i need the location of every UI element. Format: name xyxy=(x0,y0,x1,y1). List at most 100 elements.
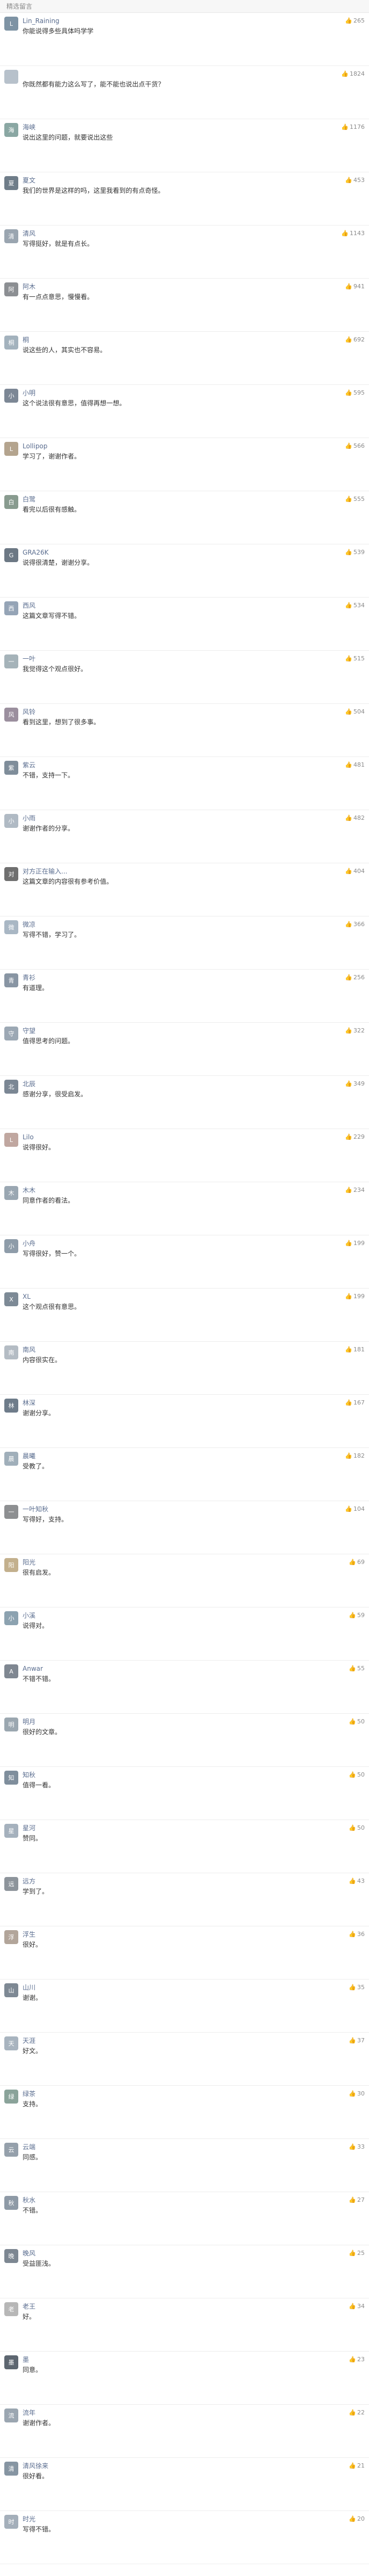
like-button[interactable]: 👍 33 xyxy=(349,2143,365,2150)
like-button[interactable]: 👍 20 xyxy=(349,2515,365,2522)
like-button[interactable]: 👍 199 xyxy=(345,1293,365,1300)
like-button[interactable]: 👍 539 xyxy=(345,549,365,556)
avatar[interactable]: 晨 xyxy=(4,1452,18,1466)
like-button[interactable]: 👍 182 xyxy=(345,1452,365,1459)
like-button[interactable]: 👍 199 xyxy=(345,1240,365,1247)
commenter-name[interactable]: 流年 xyxy=(23,2408,35,2417)
commenter-name[interactable]: 海峡 xyxy=(23,123,35,132)
like-button[interactable]: 👍 55 xyxy=(349,1665,365,1672)
avatar[interactable]: L xyxy=(4,442,18,456)
like-button[interactable]: 👍 1143 xyxy=(341,230,365,237)
avatar[interactable]: 流 xyxy=(4,2408,18,2422)
avatar[interactable]: 时 xyxy=(4,2515,18,2529)
avatar[interactable]: 知 xyxy=(4,1771,18,1785)
like-button[interactable]: 👍 43 xyxy=(349,1878,365,1884)
like-button[interactable]: 👍 555 xyxy=(345,496,365,503)
commenter-name[interactable]: 木木 xyxy=(23,1186,35,1195)
commenter-name[interactable]: 天涯 xyxy=(23,2036,35,2045)
like-button[interactable]: 👍 229 xyxy=(345,1133,365,1140)
commenter-name[interactable]: 远方 xyxy=(23,1877,35,1886)
commenter-name[interactable]: 阿木 xyxy=(23,282,35,291)
avatar[interactable]: 浮 xyxy=(4,1930,18,1944)
avatar[interactable]: 对 xyxy=(4,867,18,881)
like-button[interactable]: 👍 50 xyxy=(349,1718,365,1725)
commenter-name[interactable]: 桐 xyxy=(23,336,29,344)
avatar[interactable]: L xyxy=(4,1133,18,1147)
commenter-name[interactable]: 知秋 xyxy=(23,1771,35,1779)
avatar[interactable]: 云 xyxy=(4,2143,18,2157)
avatar[interactable]: 晚 xyxy=(4,2249,18,2263)
commenter-name[interactable]: 小雨 xyxy=(23,814,35,823)
avatar[interactable]: 桐 xyxy=(4,336,18,350)
avatar[interactable]: 林 xyxy=(4,1399,18,1413)
commenter-name[interactable]: 夏文 xyxy=(23,176,35,185)
commenter-name[interactable]: 一叶 xyxy=(23,654,35,663)
commenter-name[interactable]: Lollipop xyxy=(23,442,47,450)
commenter-name[interactable]: XL xyxy=(23,1293,31,1300)
commenter-name[interactable]: 老王 xyxy=(23,2302,35,2311)
avatar[interactable]: X xyxy=(4,1292,18,1306)
like-button[interactable]: 👍 366 xyxy=(345,921,365,928)
commenter-name[interactable]: 晚风 xyxy=(23,2249,35,2258)
commenter-name[interactable]: 微凉 xyxy=(23,920,35,929)
avatar[interactable]: 海 xyxy=(4,123,18,137)
like-button[interactable]: 👍 21 xyxy=(349,2462,365,2469)
like-button[interactable]: 👍 35 xyxy=(349,1984,365,1991)
avatar[interactable]: 风 xyxy=(4,708,18,722)
like-button[interactable]: 👍 453 xyxy=(345,177,365,184)
avatar[interactable]: 小 xyxy=(4,814,18,828)
like-button[interactable]: 👍 404 xyxy=(345,868,365,875)
like-button[interactable]: 👍 30 xyxy=(349,2090,365,2097)
commenter-name[interactable]: GRA26K xyxy=(23,549,49,556)
avatar[interactable]: A xyxy=(4,1664,18,1678)
commenter-name[interactable]: 小舟 xyxy=(23,1239,35,1248)
avatar[interactable]: 小 xyxy=(4,1611,18,1625)
like-button[interactable]: 👍 34 xyxy=(349,2303,365,2310)
avatar[interactable]: 夏 xyxy=(4,176,18,190)
like-button[interactable]: 👍 104 xyxy=(345,1505,365,1512)
like-button[interactable]: 👍 322 xyxy=(345,1027,365,1034)
like-button[interactable]: 👍 1176 xyxy=(341,123,365,130)
commenter-name[interactable]: 守望 xyxy=(23,1027,35,1035)
avatar[interactable]: 阿 xyxy=(4,282,18,296)
avatar[interactable]: 星 xyxy=(4,1824,18,1838)
avatar[interactable]: 守 xyxy=(4,1027,18,1040)
commenter-name[interactable]: 明月 xyxy=(23,1718,35,1726)
avatar[interactable]: 小 xyxy=(4,1239,18,1253)
like-button[interactable]: 👍 534 xyxy=(345,602,365,609)
commenter-name[interactable]: Lin_Raining xyxy=(23,17,60,25)
avatar[interactable]: 清 xyxy=(4,229,18,243)
commenter-name[interactable]: 山川 xyxy=(23,1983,35,1992)
commenter-name[interactable]: 青衫 xyxy=(23,973,35,982)
like-button[interactable]: 👍 515 xyxy=(345,655,365,662)
like-button[interactable]: 👍 36 xyxy=(349,1931,365,1938)
commenter-name[interactable]: Lilo xyxy=(23,1133,34,1141)
commenter-name[interactable]: 清风 xyxy=(23,229,35,238)
avatar[interactable]: 紫 xyxy=(4,761,18,775)
like-button[interactable]: 👍 59 xyxy=(349,1612,365,1619)
commenter-name[interactable]: 清风徐来 xyxy=(23,2462,48,2470)
commenter-name[interactable]: 西风 xyxy=(23,601,35,610)
avatar[interactable]: 微 xyxy=(4,920,18,934)
like-button[interactable]: 👍 181 xyxy=(345,1346,365,1353)
commenter-name[interactable]: 白鹭 xyxy=(23,495,35,504)
like-button[interactable]: 👍 481 xyxy=(345,761,365,768)
avatar[interactable] xyxy=(4,70,18,84)
avatar[interactable]: 天 xyxy=(4,2036,18,2050)
like-button[interactable]: 👍 27 xyxy=(349,2196,365,2203)
commenter-name[interactable]: 小明 xyxy=(23,389,35,397)
avatar[interactable]: 清 xyxy=(4,2462,18,2476)
commenter-name[interactable]: 墨 xyxy=(23,2355,29,2364)
avatar[interactable]: 阳 xyxy=(4,1558,18,1572)
avatar[interactable]: 一 xyxy=(4,654,18,668)
commenter-name[interactable]: 阳光 xyxy=(23,1558,35,1567)
commenter-name[interactable]: 南风 xyxy=(23,1345,35,1354)
like-button[interactable]: 👍 37 xyxy=(349,2037,365,2044)
like-button[interactable]: 👍 23 xyxy=(349,2356,365,2363)
avatar[interactable]: 青 xyxy=(4,973,18,987)
like-button[interactable]: 👍 22 xyxy=(349,2409,365,2416)
avatar[interactable]: 北 xyxy=(4,1080,18,1094)
avatar[interactable]: 远 xyxy=(4,1877,18,1891)
avatar[interactable]: 明 xyxy=(4,1718,18,1731)
avatar[interactable]: G xyxy=(4,548,18,562)
